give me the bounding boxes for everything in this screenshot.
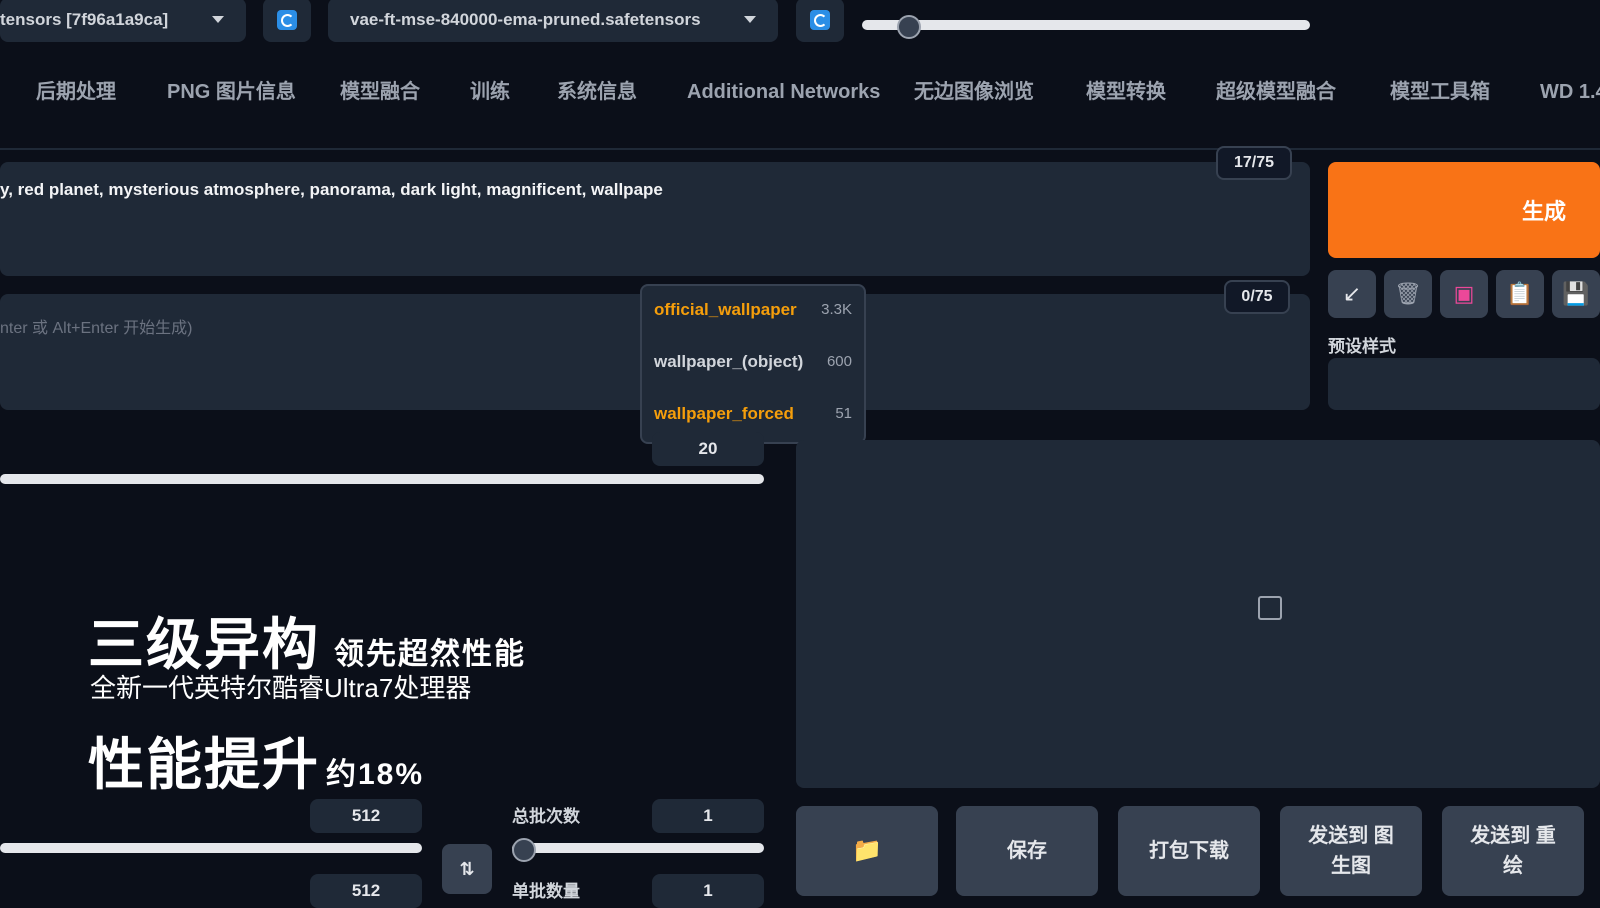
read-params-button[interactable]: ↙: [1328, 270, 1376, 318]
overlay-line3-text: 性能提升: [88, 733, 320, 796]
folder-icon: 📁: [852, 837, 882, 864]
batch-count-input[interactable]: 1: [652, 799, 764, 833]
sampling-steps-input[interactable]: 20: [652, 432, 764, 466]
apply-style-button[interactable]: 📋: [1496, 270, 1544, 318]
autocomplete-item-count: 3.3K: [821, 301, 852, 318]
tab-10[interactable]: WD 1.4: [1540, 70, 1600, 114]
refresh-icon: [810, 10, 830, 30]
autocomplete-item-name: wallpaper_forced: [654, 404, 794, 423]
autocomplete-item-count: 51: [835, 405, 852, 422]
batch-count-slider[interactable]: [512, 843, 764, 853]
tab-7[interactable]: 模型转换: [1086, 70, 1166, 114]
prompt-text: y, red planet, mysterious atmosphere, pa…: [0, 180, 663, 199]
sampling-steps-slider[interactable]: [0, 474, 764, 484]
tab-1[interactable]: PNG 图片信息: [167, 70, 296, 114]
styles-dropdown[interactable]: [1328, 358, 1600, 410]
checkpoint-refresh-button[interactable]: [263, 0, 311, 42]
width-input[interactable]: 512: [310, 799, 422, 833]
generate-button[interactable]: 生成: [1328, 162, 1600, 258]
image-placeholder-icon: [1258, 596, 1282, 620]
extra-networks-button[interactable]: ▣: [1440, 270, 1488, 318]
floppy-icon: 💾: [1562, 281, 1590, 306]
chevron-down-icon: [212, 16, 224, 23]
checkpoint-dropdown[interactable]: tensors [7f96a1a9ca]: [0, 0, 246, 42]
tabs-divider: [0, 148, 1600, 150]
autocomplete-item-count: 600: [826, 353, 852, 370]
vae-dropdown[interactable]: vae-ft-mse-840000-ema-pruned.safetensors: [328, 0, 778, 42]
negative-prompt-token-counter: 0/75: [1224, 280, 1290, 314]
styles-label: 预设样式: [1328, 337, 1396, 356]
tab-9[interactable]: 模型工具箱: [1390, 70, 1490, 114]
vae-refresh-button[interactable]: [796, 0, 844, 42]
negative-prompt-placeholder: nter 或 Alt+Enter 开始生成): [0, 320, 193, 337]
output-gallery: [796, 440, 1600, 788]
batch-count-label: 总批次数: [512, 807, 580, 826]
vae-value: vae-ft-mse-840000-ema-pruned.safetensors: [350, 10, 701, 29]
save-button[interactable]: 保存: [956, 806, 1098, 896]
autocomplete-item[interactable]: wallpaper_(object) 600: [642, 338, 864, 390]
save-style-button[interactable]: 💾: [1552, 270, 1600, 318]
clip-skip-slider-thumb[interactable]: [896, 15, 921, 39]
overlay-line3: 性能提升 约18%: [88, 720, 424, 801]
swap-icon: ⇅: [459, 859, 475, 879]
tab-5[interactable]: Additional Networks: [687, 70, 880, 114]
generate-label: 生成: [1521, 199, 1566, 224]
main-tabs: 后期处理 PNG 图片信息 模型融合 训练 系统信息 Additional Network…: [0, 70, 1600, 114]
open-folder-button[interactable]: 📁: [796, 806, 938, 896]
tab-0[interactable]: 后期处理: [36, 70, 116, 114]
overlay-headline-text: 三级异构: [88, 613, 320, 676]
zip-download-button[interactable]: 打包下载: [1118, 806, 1260, 896]
clip-skip-slider[interactable]: [862, 20, 1310, 30]
chevron-down-icon: [744, 16, 756, 23]
send-to-inpaint-button[interactable]: 发送到 重绘: [1442, 806, 1584, 896]
send-to-img2img-button[interactable]: 发送到 图生图: [1280, 806, 1422, 896]
refresh-icon: [277, 10, 297, 30]
trash-icon: 🗑: [1394, 281, 1422, 306]
batch-size-input[interactable]: 1: [652, 874, 764, 908]
width-slider[interactable]: [0, 843, 422, 853]
clear-prompt-button[interactable]: 🗑: [1384, 270, 1432, 318]
prompt-token-counter: 17/75: [1216, 146, 1292, 180]
clipboard-icon: 📋: [1506, 281, 1534, 306]
autocomplete-item-name: official_wallpaper: [654, 300, 797, 319]
overlay-line3-sub: 约18%: [326, 758, 425, 791]
autocomplete-item-name: wallpaper_(object): [654, 352, 804, 371]
tab-8[interactable]: 超级模型融合: [1216, 70, 1336, 114]
tab-4[interactable]: 系统信息: [557, 70, 637, 114]
overlay-line2: 全新一代英特尔酷睿Ultra7处理器: [90, 673, 472, 703]
autocomplete-item[interactable]: official_wallpaper 3.3K: [642, 286, 864, 338]
swap-dimensions-button[interactable]: ⇅: [442, 844, 492, 894]
batch-size-label: 单批数量: [512, 882, 580, 901]
overlay-headline-sub: 领先超然性能: [334, 638, 526, 671]
tab-6[interactable]: 无边图像浏览: [914, 70, 1034, 114]
arrow-icon: ↙: [1342, 281, 1362, 306]
card-icon: ▣: [1453, 281, 1475, 306]
tab-2[interactable]: 模型融合: [340, 70, 420, 114]
height-input[interactable]: 512: [310, 874, 422, 908]
checkpoint-value: tensors [7f96a1a9ca]: [0, 10, 169, 29]
prompt-textarea[interactable]: y, red planet, mysterious atmosphere, pa…: [0, 162, 1310, 276]
tag-autocomplete-popup: official_wallpaper 3.3K wallpaper_(objec…: [640, 284, 866, 444]
tab-3[interactable]: 训练: [470, 70, 510, 114]
batch-count-slider-thumb[interactable]: [512, 838, 536, 862]
